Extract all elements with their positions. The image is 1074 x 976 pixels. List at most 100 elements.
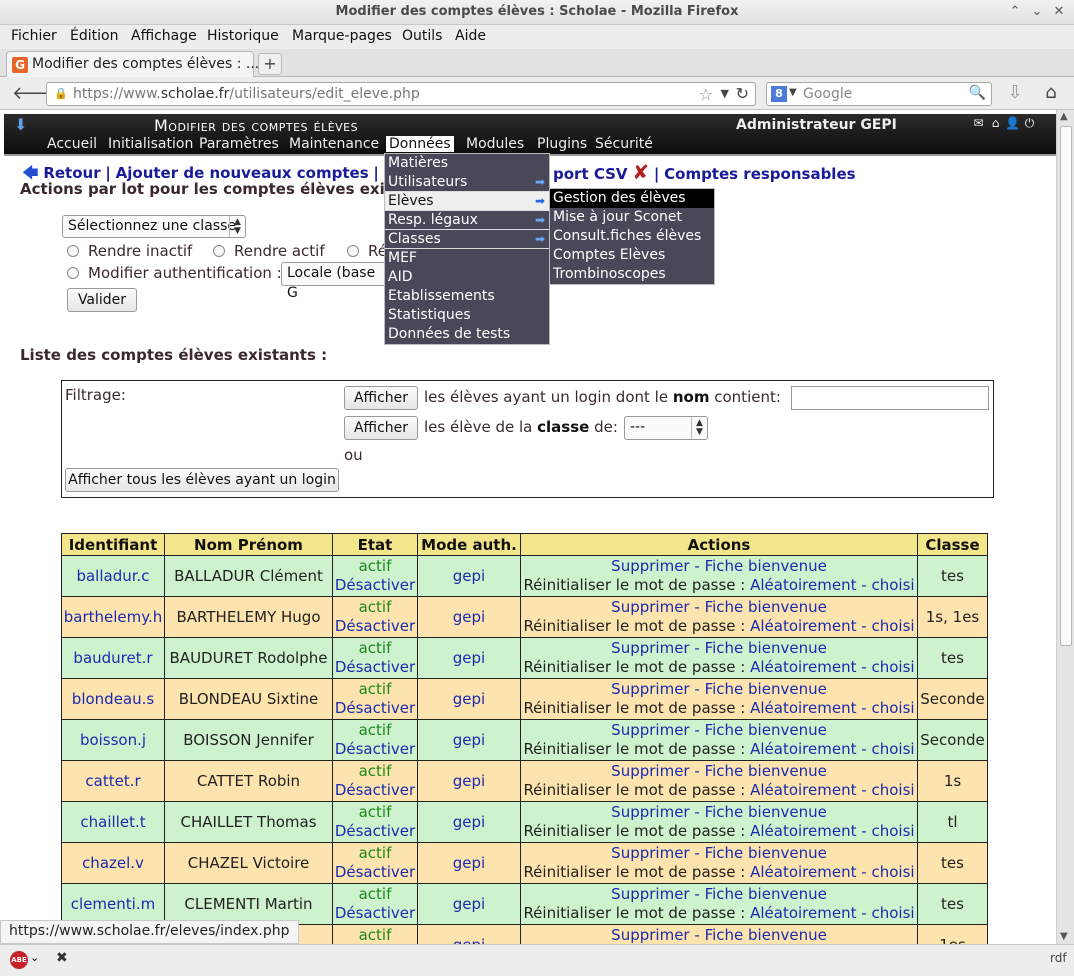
welcome-sheet-link[interactable]: Fiche bienvenue	[705, 680, 827, 698]
nav-accueil[interactable]: Accueil	[47, 136, 97, 152]
deactivate-link[interactable]: Désactiver	[335, 781, 415, 799]
delete-link[interactable]: Supprimer	[611, 721, 689, 739]
menu-item-3[interactable]: Resp. légaux ➡	[385, 211, 549, 230]
nav-donnees[interactable]: Données	[386, 136, 454, 152]
radio-active[interactable]	[213, 245, 225, 257]
radio-auth[interactable]	[67, 267, 79, 279]
deactivate-link[interactable]: Désactiver	[335, 699, 415, 717]
menu-affichage[interactable]: Affichage	[131, 28, 197, 44]
delete-x-icon[interactable]: ✘	[632, 160, 649, 184]
deactivate-link[interactable]: Désactiver	[335, 576, 415, 594]
welcome-sheet-link[interactable]: Fiche bienvenue	[705, 803, 827, 821]
auth-mode-link[interactable]: gepi	[417, 760, 521, 802]
abe-icon[interactable]: ABE	[10, 951, 28, 969]
menu-item-9[interactable]: Données de tests	[385, 325, 549, 344]
login-link[interactable]: chazel.v	[61, 842, 165, 884]
delete-link[interactable]: Supprimer	[611, 762, 689, 780]
deactivate-link[interactable]: Désactiver	[335, 822, 415, 840]
vertical-scrollbar[interactable]: ▲ ▼	[1056, 110, 1074, 944]
search-icon[interactable]: 🔍	[969, 85, 986, 101]
menu-outils[interactable]: Outils	[402, 28, 442, 44]
delete-link[interactable]: Supprimer	[611, 557, 689, 575]
scroll-down-icon[interactable]: ▼	[1060, 931, 1068, 942]
nav-initialisation[interactable]: Initialisation	[108, 136, 193, 152]
submenu-item-3[interactable]: Comptes Elèves	[550, 246, 714, 265]
user-icon[interactable]: 👤	[1004, 116, 1021, 130]
welcome-sheet-link[interactable]: Fiche bienvenue	[705, 721, 827, 739]
menu-marque-pages[interactable]: Marque-pages	[292, 28, 392, 44]
random-password-link[interactable]: Aléatoirement	[750, 822, 856, 840]
class-select[interactable]: Sélectionnez une classe ▲ ▼	[62, 215, 246, 238]
login-link[interactable]: chaillet.t	[61, 801, 165, 843]
choose-password-link[interactable]: choisi	[871, 617, 914, 635]
random-password-link[interactable]: Aléatoirement	[750, 576, 856, 594]
url-history-dropdown-icon[interactable]: ▼	[721, 87, 729, 100]
new-tab-button[interactable]: +	[258, 53, 282, 75]
submenu-item-4[interactable]: Trombinoscopes	[550, 265, 714, 284]
scroll-thumb[interactable]	[1060, 126, 1072, 646]
auth-mode-link[interactable]: gepi	[417, 678, 521, 720]
auth-mode-link[interactable]: gepi	[417, 637, 521, 679]
random-password-link[interactable]: Aléatoirement	[750, 863, 856, 881]
login-link[interactable]: boisson.j	[61, 719, 165, 761]
deactivate-link[interactable]: Désactiver	[335, 658, 415, 676]
export-csv-link[interactable]: port CSV	[553, 165, 628, 183]
delete-link[interactable]: Supprimer	[611, 926, 689, 944]
submenu-item-0[interactable]: Gestion des élèves	[550, 189, 714, 208]
auth-select[interactable]: Locale (base G	[281, 262, 385, 301]
tab-active[interactable]: G Modifier des comptes élèves : ...	[6, 51, 259, 77]
auth-mode-link[interactable]: gepi	[417, 924, 521, 944]
auth-mode-link[interactable]: gepi	[417, 596, 521, 638]
login-link[interactable]: blondeau.s	[61, 678, 165, 720]
choose-password-link[interactable]: choisi	[871, 740, 914, 758]
delete-link[interactable]: Supprimer	[611, 680, 689, 698]
random-password-link[interactable]: Aléatoirement	[750, 740, 856, 758]
engine-dropdown-icon[interactable]: ▼	[789, 87, 797, 98]
random-password-link[interactable]: Aléatoirement	[750, 699, 856, 717]
radio-reset[interactable]	[347, 245, 359, 257]
choose-password-link[interactable]: choisi	[871, 863, 914, 881]
delete-link[interactable]: Supprimer	[611, 803, 689, 821]
delete-link[interactable]: Supprimer	[611, 885, 689, 903]
welcome-sheet-link[interactable]: Fiche bienvenue	[705, 926, 827, 944]
house-icon[interactable]: ⌂	[987, 116, 1004, 130]
minimize-icon[interactable]: ⌃	[1006, 3, 1024, 21]
bookmark-star-icon[interactable]: ☆	[699, 85, 713, 104]
show-all-button[interactable]: Afficher tous les élèves ayant un login	[65, 468, 339, 492]
rdf-icon[interactable]: rdf	[1050, 951, 1067, 965]
delete-link[interactable]: Supprimer	[611, 598, 689, 616]
menu-item-5[interactable]: MEF	[385, 249, 549, 268]
choose-password-link[interactable]: choisi	[871, 576, 914, 594]
radio-inactive[interactable]	[67, 245, 79, 257]
menu-aide[interactable]: Aide	[455, 28, 486, 44]
menu-item-1[interactable]: Utilisateurs ➡	[385, 173, 549, 192]
login-link[interactable]: clementi.m	[61, 883, 165, 925]
menu-item-2[interactable]: Elèves ➡	[385, 192, 549, 211]
choose-password-link[interactable]: choisi	[871, 904, 914, 922]
url-bar[interactable]: 🔒 https://www.scholae.fr/utilisateurs/ed…	[46, 82, 756, 106]
name-filter-input[interactable]	[791, 386, 989, 410]
welcome-sheet-link[interactable]: Fiche bienvenue	[705, 557, 827, 575]
show-by-name-button[interactable]: Afficher	[344, 386, 418, 410]
choose-password-link[interactable]: choisi	[871, 658, 914, 676]
choose-password-link[interactable]: choisi	[871, 699, 914, 717]
download-icon[interactable]: ⇩	[1004, 82, 1026, 106]
menu-edition[interactable]: Édition	[70, 28, 118, 44]
auth-mode-link[interactable]: gepi	[417, 555, 521, 597]
menu-historique[interactable]: Historique	[207, 28, 279, 44]
deactivate-link[interactable]: Désactiver	[335, 863, 415, 881]
nav-maintenance[interactable]: Maintenance	[289, 136, 379, 152]
close-window-icon[interactable]: ✕	[1050, 3, 1068, 21]
class-filter-select[interactable]: --- ▲ ▼	[624, 416, 708, 440]
back-arrow-icon[interactable]: 🡐	[12, 83, 60, 105]
submenu-item-2[interactable]: Consult.fiches élèves	[550, 227, 714, 246]
choose-password-link[interactable]: choisi	[871, 822, 914, 840]
deactivate-link[interactable]: Désactiver	[335, 904, 415, 922]
close-addon-bar-icon[interactable]: ✖	[56, 950, 68, 966]
random-password-link[interactable]: Aléatoirement	[750, 904, 856, 922]
responsables-link[interactable]: Comptes responsables	[664, 165, 855, 183]
mail-icon[interactable]: ✉	[970, 116, 987, 130]
menu-item-4[interactable]: Classes ➡	[385, 230, 549, 249]
menu-item-6[interactable]: AID	[385, 268, 549, 287]
google-engine-icon[interactable]: 8	[771, 86, 787, 102]
